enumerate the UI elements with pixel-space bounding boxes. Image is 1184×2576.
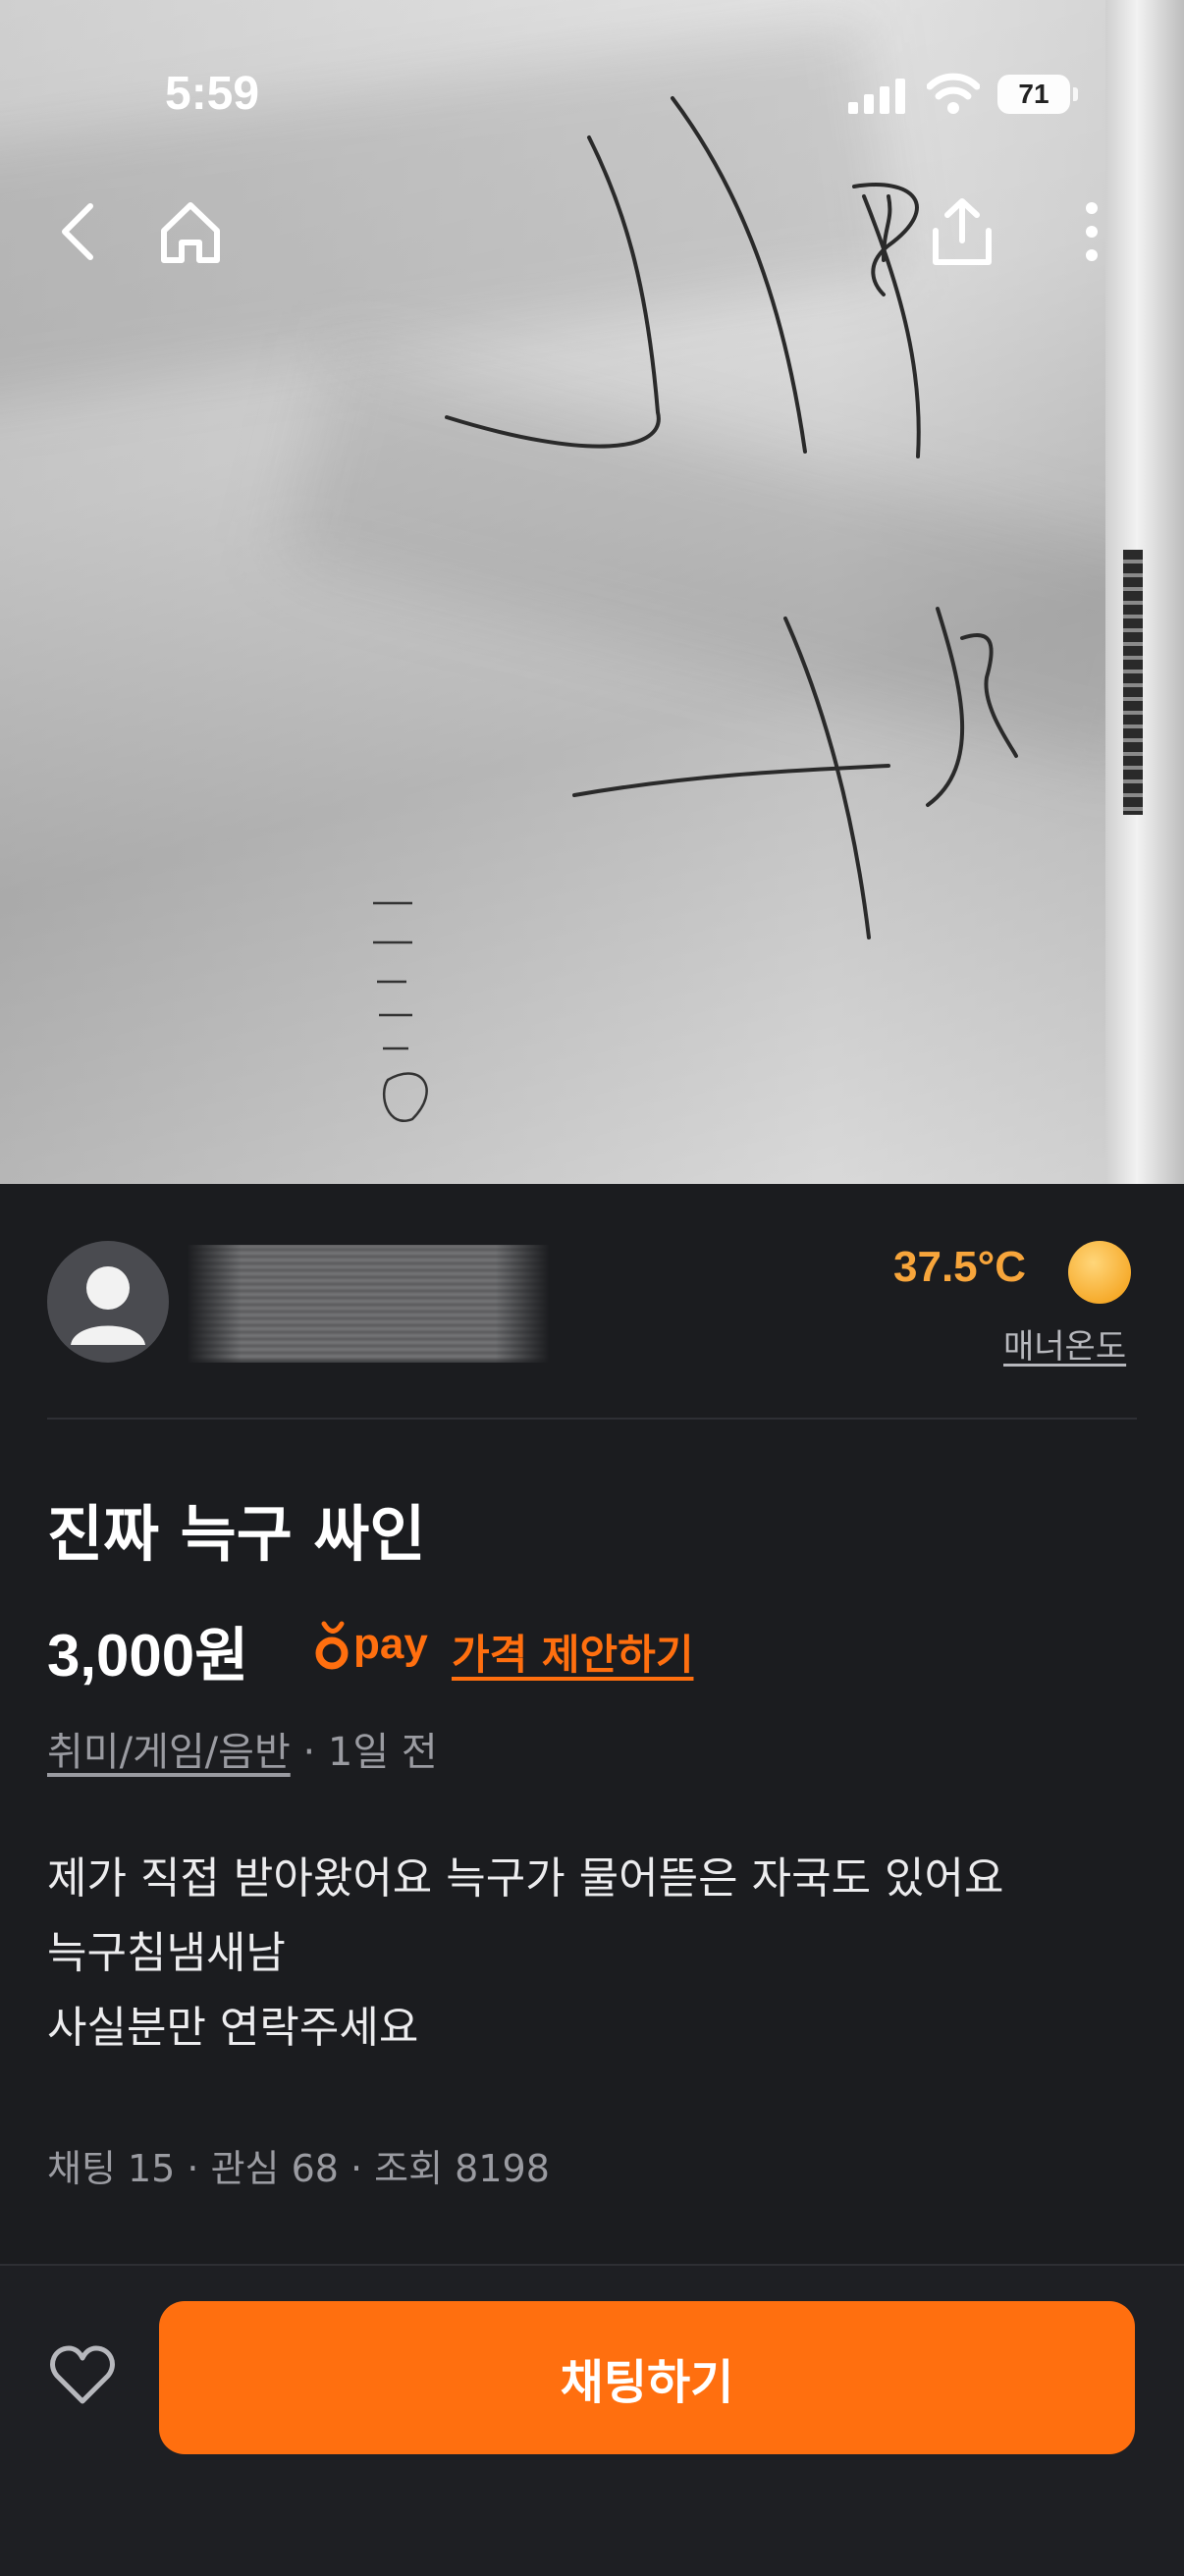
manner-temperature-label[interactable]: 매너온도 <box>1003 1319 1126 1368</box>
home-icon <box>161 202 220 263</box>
more-vertical-icon <box>1086 202 1098 261</box>
favorite-button[interactable] <box>47 2340 118 2411</box>
category-link[interactable]: 취미/게임/음반 <box>47 1730 291 1775</box>
chat-button[interactable]: 채팅하기 <box>159 2301 1135 2454</box>
pay-label: pay <box>353 1620 428 1668</box>
wifi-icon <box>927 73 980 114</box>
description-line: 제가 직접 받아왔어요 늑구가 물어뜯은 자국도 있어요 <box>47 1853 1004 1904</box>
description-line: 늑구침냄새남 <box>47 1928 286 1978</box>
status-bar: 5:59 71 <box>0 0 1184 187</box>
back-button[interactable] <box>39 192 118 271</box>
seller-name-redacted <box>187 1245 550 1363</box>
price-offer-link[interactable]: 가격 제안하기 <box>452 1622 693 1682</box>
heart-icon <box>50 2345 115 2404</box>
carrot-pay-icon <box>315 1621 349 1670</box>
battery-indicator: 71 <box>997 75 1078 114</box>
bottom-action-bar: 채팅하기 <box>0 2264 1184 2576</box>
status-time: 5:59 <box>165 68 260 120</box>
home-button[interactable] <box>151 192 230 271</box>
smile-face-icon <box>1068 1241 1131 1304</box>
chevron-left-icon <box>62 203 93 260</box>
description-line: 사실분만 연락주세요 <box>47 2003 419 2053</box>
listing-title: 진짜 늑구 싸인 <box>47 1498 426 1570</box>
more-options-button[interactable] <box>1052 192 1131 271</box>
share-button[interactable] <box>923 192 1001 271</box>
listing-price: 3,000원 <box>47 1623 249 1689</box>
seller-profile[interactable]: 37.5°C 매너온도 <box>0 1184 1184 1420</box>
cellular-signal-icon <box>848 79 905 114</box>
divider <box>47 1418 1137 1420</box>
posted-time: · 1일 전 <box>290 1730 438 1775</box>
listing-meta: 취미/게임/음반 · 1일 전 <box>47 1720 438 1777</box>
avatar[interactable] <box>47 1241 169 1363</box>
user-icon <box>71 1266 145 1345</box>
listing-description: 제가 직접 받아왔어요 늑구가 물어뜯은 자국도 있어요 늑구침냄새남 사실분만… <box>47 1842 1137 2066</box>
share-icon <box>933 198 992 265</box>
manner-temperature: 37.5°C <box>893 1243 1027 1291</box>
listing-stats: 채팅 15 · 관심 68 · 조회 8198 <box>47 2147 550 2190</box>
